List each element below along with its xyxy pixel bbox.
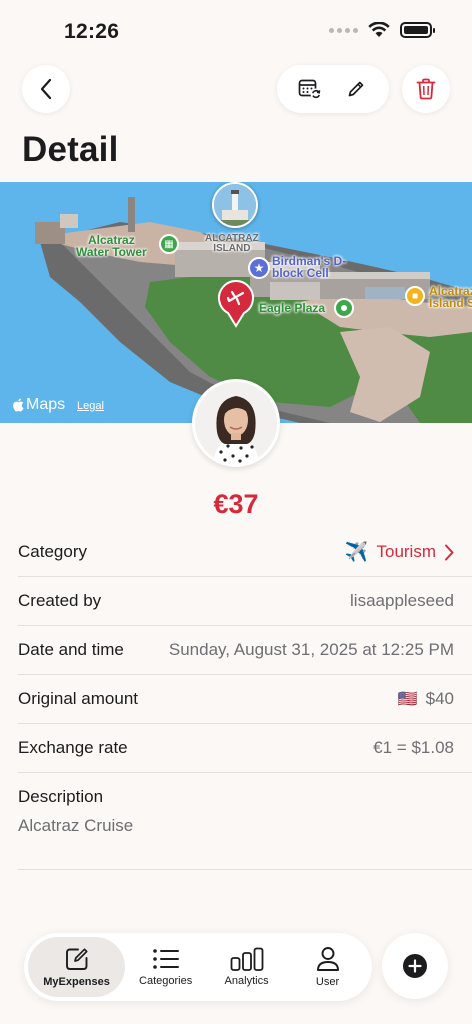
landmark-star-icon: ★ <box>248 257 270 279</box>
plus-circle-icon <box>403 954 427 978</box>
us-flag-icon: 🇺🇸 <box>397 691 418 708</box>
tab-label-analytics: Analytics <box>224 975 269 987</box>
original-amount-row: Original amount 🇺🇸 $40 <box>18 675 472 724</box>
expense-amount: €37 <box>213 489 259 519</box>
tab-label-myexpenses: MyExpenses <box>43 976 110 988</box>
exchange-rate-value: €1 = $1.08 <box>373 738 454 757</box>
created-by-value: lisaappleseed <box>350 591 454 610</box>
tab-myexpenses[interactable]: MyExpenses <box>28 937 126 997</box>
tab-label-categories: Categories <box>139 975 193 987</box>
description-label: Description <box>18 787 104 806</box>
battery-icon <box>400 22 435 38</box>
tab-analytics[interactable]: Analytics <box>206 937 287 997</box>
tab-bar: MyExpenses Categories Analytics User <box>24 933 372 1001</box>
maps-attribution: Maps <box>26 396 66 413</box>
page-title: Detail <box>22 130 119 169</box>
map-label-right: Alcatraz Island S <box>429 284 472 310</box>
tab-user[interactable]: User <box>287 937 368 997</box>
legal-link[interactable]: Legal <box>77 400 104 412</box>
plaza-marker-icon <box>334 298 354 318</box>
person-icon <box>316 947 339 971</box>
reschedule-button[interactable] <box>290 69 330 109</box>
tab-categories[interactable]: Categories <box>125 937 206 997</box>
original-amount-value: 🇺🇸 $40 <box>398 689 454 709</box>
calendar-refresh-icon <box>298 79 322 100</box>
apple-logo-icon <box>13 398 24 412</box>
apple-maps-logo: Maps <box>12 396 65 414</box>
status-time: 12:26 <box>64 20 120 43</box>
expense-location-pin[interactable] <box>217 280 255 328</box>
exchange-rate-label: Exchange rate <box>18 738 128 757</box>
date-time-row: Date and time Sunday, August 31, 2025 at… <box>18 626 472 675</box>
avatar <box>192 379 280 467</box>
status-bar: 12:26 <box>0 0 472 60</box>
map-label-eagle-plaza: Eagle Plaza <box>259 301 326 315</box>
date-time-value: Sunday, August 31, 2025 at 12:25 PM <box>168 640 454 659</box>
details-list: Category ✈️ Tourism Created by lisaapple… <box>18 528 472 870</box>
original-amount-text: $40 <box>425 689 454 708</box>
status-icons <box>329 22 435 38</box>
cellular-signal-icon <box>329 27 358 33</box>
list-icon <box>152 949 179 969</box>
pencil-icon <box>348 81 364 97</box>
square-pencil-icon <box>65 948 88 970</box>
map-label-birdman: Birdman's D- block Cell <box>272 254 347 280</box>
category-name: Tourism <box>376 542 436 561</box>
back-button[interactable] <box>22 65 70 113</box>
created-by-label: Created by <box>18 591 102 610</box>
chevron-right-icon <box>445 544 454 560</box>
bar-chart-icon <box>230 947 263 971</box>
edit-button[interactable] <box>336 69 376 109</box>
exchange-rate-row: Exchange rate €1 = $1.08 <box>18 724 472 773</box>
park-icon: ▦ <box>159 234 179 254</box>
category-row[interactable]: Category ✈️ Tourism <box>18 528 472 577</box>
description-value: Alcatraz Cruise <box>18 816 134 835</box>
map-label-island: ALCATRAZ ISLAND <box>205 233 259 254</box>
shop-marker-icon: ■ <box>405 286 425 306</box>
add-expense-button[interactable] <box>382 933 448 999</box>
action-pill <box>277 65 389 113</box>
description-row: Description Alcatraz Cruise <box>18 773 472 870</box>
airplane-emoji-icon: ✈️ <box>344 542 369 563</box>
created-by-row: Created by lisaappleseed <box>18 577 472 626</box>
tab-label-user: User <box>315 976 340 988</box>
trash-icon <box>416 78 436 100</box>
chevron-left-icon <box>40 78 52 100</box>
lighthouse-photo-marker[interactable] <box>212 182 258 228</box>
date-time-label: Date and time <box>18 640 124 659</box>
category-value: ✈️ Tourism <box>345 540 454 564</box>
category-label: Category <box>18 542 87 561</box>
map-label-water-tower: Alcatraz Water Tower <box>76 233 147 259</box>
original-amount-label: Original amount <box>18 689 139 708</box>
delete-button[interactable] <box>402 65 450 113</box>
wifi-icon <box>368 22 390 37</box>
